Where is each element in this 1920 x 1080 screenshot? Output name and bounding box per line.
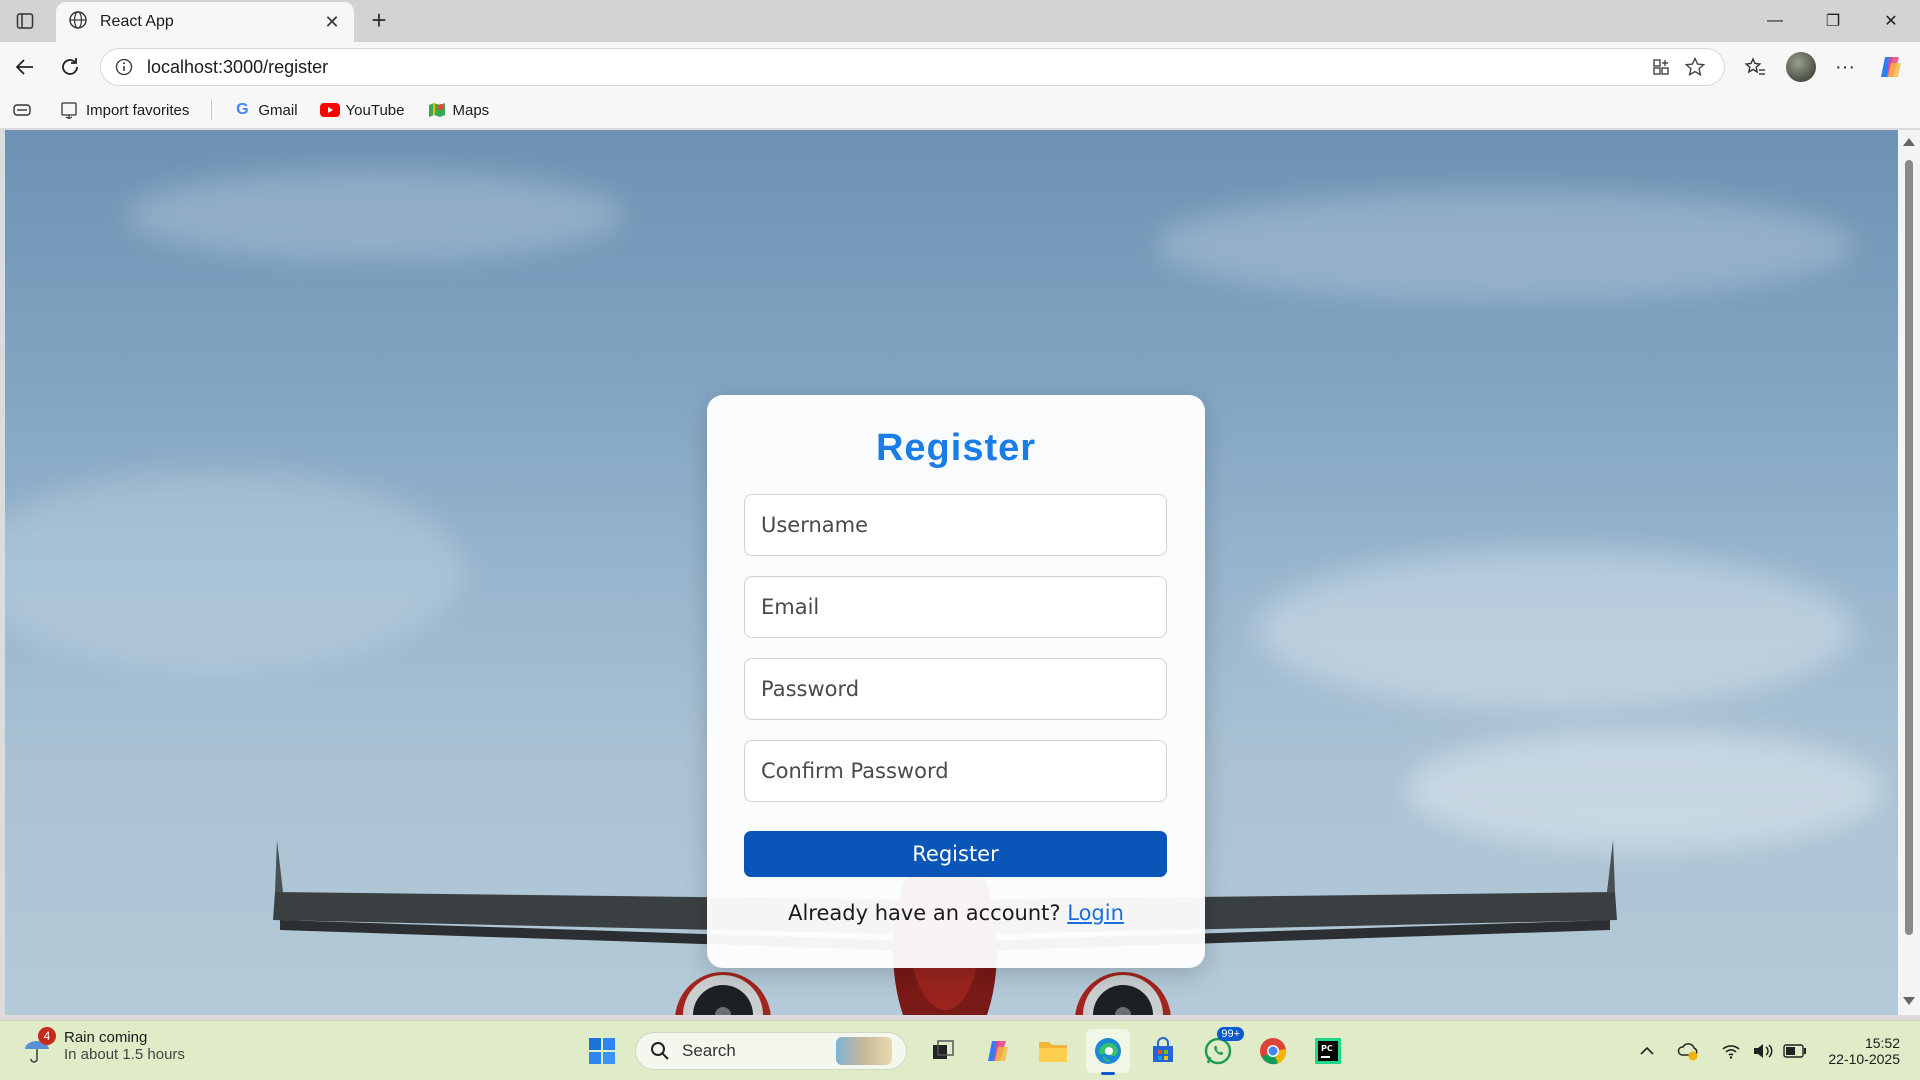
taskbar: 4 Rain coming In about 1.5 hours Search (0, 1020, 1920, 1080)
login-prompt-text: Already have an account? (788, 901, 1061, 925)
minimize-button[interactable]: — (1746, 0, 1804, 42)
edge-browser-icon[interactable] (1086, 1029, 1130, 1075)
refresh-button[interactable] (55, 52, 85, 82)
weather-title: Rain coming (64, 1029, 148, 1046)
scroll-up-icon[interactable] (1903, 138, 1915, 146)
taskbar-clock[interactable]: 15:52 22-10-2025 (1828, 1035, 1900, 1067)
fav-maps[interactable]: Maps (427, 100, 490, 120)
browser-toolbar: localhost:3000/register ··· (0, 42, 1920, 92)
microsoft-store-icon[interactable] (1141, 1029, 1185, 1073)
username-field[interactable] (744, 494, 1167, 556)
tab-react-app[interactable]: React App ✕ (56, 2, 354, 42)
taskbar-search-box[interactable]: Search (635, 1032, 907, 1070)
fav-label: YouTube (345, 101, 405, 119)
profile-avatar[interactable] (1784, 50, 1818, 84)
browser-titlebar: React App ✕ + — ❐ ✕ (0, 0, 1920, 42)
confirm-password-field[interactable] (744, 740, 1167, 802)
import-icon (60, 100, 80, 120)
svg-text:PC: PC (1321, 1044, 1333, 1053)
clock-date: 22-10-2025 (1828, 1051, 1900, 1067)
weather-widget[interactable]: 4 Rain coming In about 1.5 hours (22, 1027, 185, 1063)
scroll-down-icon[interactable] (1903, 997, 1915, 1005)
start-windows-icon[interactable] (580, 1029, 624, 1073)
fav-label: Gmail (258, 101, 298, 119)
weather-badge: 4 (38, 1027, 56, 1045)
battery-icon[interactable] (1780, 1036, 1810, 1066)
favorites-icon[interactable] (1738, 50, 1772, 84)
scroll-thumb[interactable] (1905, 160, 1913, 935)
fav-label: Import favorites (86, 101, 190, 119)
whatsapp-icon[interactable]: 99+ (1196, 1027, 1244, 1073)
app-available-icon[interactable] (1644, 52, 1678, 82)
fav-youtube[interactable]: YouTube (319, 100, 405, 120)
restore-button[interactable]: ❐ (1804, 0, 1862, 42)
chevron-up-icon[interactable] (1632, 1036, 1662, 1066)
more-options-icon[interactable]: ··· (1828, 50, 1862, 84)
onedrive-alert-icon[interactable] (1674, 1036, 1704, 1066)
new-tab-button[interactable]: + (364, 6, 394, 36)
tab-actions-icon[interactable] (12, 8, 38, 34)
close-window-button[interactable]: ✕ (1862, 0, 1920, 42)
google-icon: G (236, 101, 249, 118)
clock-time: 15:52 (1864, 1035, 1900, 1051)
search-label: Search (682, 1041, 736, 1060)
umbrella-icon: 4 (22, 1027, 56, 1063)
sidebar-toggle-icon[interactable] (12, 100, 38, 120)
login-prompt-row: Already have an account? Login (707, 901, 1205, 925)
weather-subtitle: In about 1.5 hours (64, 1046, 185, 1063)
fav-import-favorites[interactable]: Import favorites (60, 100, 189, 120)
maps-icon (427, 100, 447, 120)
search-highlight-icon (836, 1037, 892, 1065)
address-bar[interactable]: localhost:3000/register (100, 48, 1725, 86)
url-text[interactable]: localhost:3000/register (147, 57, 1644, 78)
favorites-divider (211, 100, 213, 120)
close-tab-icon[interactable]: ✕ (322, 12, 342, 33)
register-card: Register Register Already have an accoun… (707, 395, 1205, 968)
form-title: Register (875, 427, 1037, 469)
wifi-icon[interactable] (1716, 1036, 1746, 1066)
site-info-icon[interactable] (113, 56, 135, 78)
register-button[interactable]: Register (744, 831, 1167, 877)
page-scrollbar[interactable] (1898, 130, 1920, 1015)
login-link[interactable]: Login (1067, 901, 1124, 925)
chrome-icon[interactable] (1251, 1029, 1295, 1073)
globe-icon (68, 10, 88, 35)
task-view-icon[interactable] (921, 1029, 965, 1073)
system-tray: 15:52 22-10-2025 (1630, 1029, 1900, 1073)
password-field[interactable] (744, 658, 1167, 720)
page-viewport: Register Register Already have an accoun… (5, 130, 1898, 1015)
pycharm-icon[interactable]: PC (1306, 1029, 1350, 1073)
favorite-star-icon[interactable] (1678, 52, 1712, 82)
copilot-taskbar-icon[interactable] (976, 1029, 1020, 1073)
favorites-bar: Import favorites G Gmail YouTube Maps (0, 92, 1920, 128)
tab-title: React App (100, 13, 174, 30)
file-explorer-icon[interactable] (1031, 1029, 1075, 1073)
youtube-icon (319, 100, 340, 120)
whatsapp-badge: 99+ (1217, 1027, 1244, 1041)
fav-gmail[interactable]: G Gmail (232, 100, 297, 120)
email-field[interactable] (744, 576, 1167, 638)
search-icon (651, 1042, 669, 1060)
copilot-icon[interactable] (1874, 50, 1908, 84)
volume-icon[interactable] (1748, 1036, 1778, 1066)
back-button[interactable] (10, 52, 40, 82)
fav-label: Maps (452, 101, 490, 119)
